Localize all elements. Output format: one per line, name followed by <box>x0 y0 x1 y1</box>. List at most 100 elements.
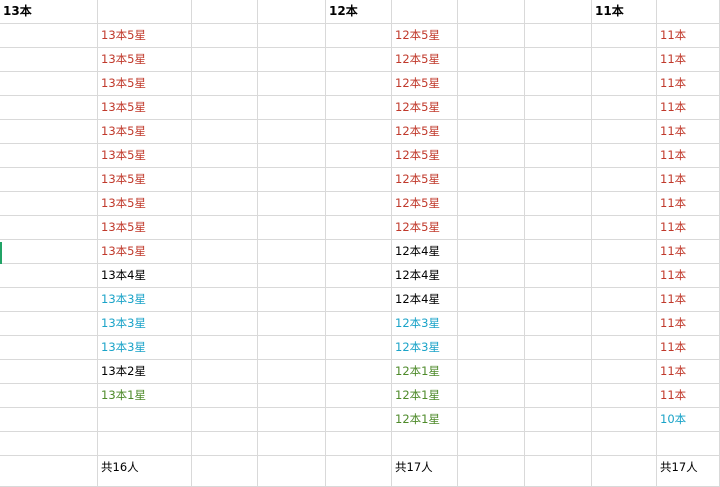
empty-cell[interactable] <box>98 432 192 456</box>
entry-cell[interactable]: 13本3星 <box>98 312 192 336</box>
empty-cell[interactable] <box>192 360 258 384</box>
empty-cell[interactable] <box>192 0 258 24</box>
empty-cell[interactable] <box>458 432 525 456</box>
group-total-2[interactable]: 共17人 <box>657 456 720 487</box>
empty-cell[interactable] <box>258 360 326 384</box>
entry-cell[interactable]: 11本 <box>657 72 720 96</box>
empty-cell[interactable] <box>326 48 392 72</box>
empty-cell[interactable] <box>192 192 258 216</box>
empty-cell[interactable] <box>192 264 258 288</box>
empty-cell[interactable] <box>458 312 525 336</box>
empty-cell[interactable] <box>592 288 657 312</box>
empty-cell[interactable] <box>392 0 458 24</box>
empty-cell[interactable] <box>525 456 592 487</box>
empty-cell[interactable] <box>0 240 98 264</box>
entry-cell[interactable]: 11本 <box>657 144 720 168</box>
entry-cell[interactable]: 12本5星 <box>392 24 458 48</box>
entry-cell[interactable]: 11本 <box>657 312 720 336</box>
entry-cell[interactable]: 13本3星 <box>98 336 192 360</box>
entry-cell[interactable]: 11本 <box>657 336 720 360</box>
empty-cell[interactable] <box>525 216 592 240</box>
empty-cell[interactable] <box>525 384 592 408</box>
empty-cell[interactable] <box>0 192 98 216</box>
group-header-2[interactable]: 11本 <box>592 0 657 24</box>
empty-cell[interactable] <box>326 168 392 192</box>
empty-cell[interactable] <box>525 144 592 168</box>
empty-cell[interactable] <box>192 384 258 408</box>
empty-cell[interactable] <box>258 432 326 456</box>
empty-cell[interactable] <box>525 72 592 96</box>
entry-cell[interactable]: 13本5星 <box>98 120 192 144</box>
empty-cell[interactable] <box>192 120 258 144</box>
empty-cell[interactable] <box>0 408 98 432</box>
entry-cell[interactable]: 11本 <box>657 216 720 240</box>
empty-cell[interactable] <box>525 432 592 456</box>
empty-cell[interactable] <box>192 312 258 336</box>
empty-cell[interactable] <box>192 288 258 312</box>
empty-cell[interactable] <box>458 48 525 72</box>
empty-cell[interactable] <box>458 0 525 24</box>
empty-cell[interactable] <box>258 48 326 72</box>
empty-cell[interactable] <box>326 216 392 240</box>
entry-cell[interactable]: 12本4星 <box>392 240 458 264</box>
empty-cell[interactable] <box>592 456 657 487</box>
entry-cell[interactable]: 13本5星 <box>98 168 192 192</box>
empty-cell[interactable] <box>98 408 192 432</box>
entry-cell[interactable]: 11本 <box>657 48 720 72</box>
entry-cell[interactable]: 12本5星 <box>392 96 458 120</box>
empty-cell[interactable] <box>458 144 525 168</box>
entry-cell[interactable]: 12本1星 <box>392 408 458 432</box>
empty-cell[interactable] <box>592 312 657 336</box>
spreadsheet-grid[interactable]: 13本 12本 11本 13本5星 12本5星 11本 13本5星 12本5星 11本 13本5星… <box>0 0 720 487</box>
empty-cell[interactable] <box>525 48 592 72</box>
group-header-0[interactable]: 13本 <box>0 0 98 24</box>
empty-cell[interactable] <box>525 120 592 144</box>
entry-cell[interactable]: 11本 <box>657 96 720 120</box>
empty-cell[interactable] <box>326 312 392 336</box>
empty-cell[interactable] <box>258 0 326 24</box>
empty-cell[interactable] <box>258 24 326 48</box>
empty-cell[interactable] <box>326 24 392 48</box>
entry-cell[interactable]: 12本3星 <box>392 312 458 336</box>
empty-cell[interactable] <box>592 432 657 456</box>
empty-cell[interactable] <box>326 384 392 408</box>
empty-cell[interactable] <box>192 72 258 96</box>
entry-cell[interactable]: 13本5星 <box>98 72 192 96</box>
empty-cell[interactable] <box>0 432 98 456</box>
empty-cell[interactable] <box>525 408 592 432</box>
empty-cell[interactable] <box>0 72 98 96</box>
empty-cell[interactable] <box>592 360 657 384</box>
entry-cell[interactable]: 12本4星 <box>392 264 458 288</box>
empty-cell[interactable] <box>592 96 657 120</box>
empty-cell[interactable] <box>592 264 657 288</box>
empty-cell[interactable] <box>192 456 258 487</box>
empty-cell[interactable] <box>192 216 258 240</box>
entry-cell[interactable]: 12本5星 <box>392 168 458 192</box>
empty-cell[interactable] <box>458 408 525 432</box>
entry-cell[interactable]: 13本2星 <box>98 360 192 384</box>
entry-cell[interactable]: 13本1星 <box>98 384 192 408</box>
empty-cell[interactable] <box>326 456 392 487</box>
empty-cell[interactable] <box>525 288 592 312</box>
empty-cell[interactable] <box>592 72 657 96</box>
empty-cell[interactable] <box>458 264 525 288</box>
empty-cell[interactable] <box>592 168 657 192</box>
entry-cell[interactable]: 13本5星 <box>98 96 192 120</box>
empty-cell[interactable] <box>458 120 525 144</box>
entry-cell[interactable]: 13本5星 <box>98 24 192 48</box>
empty-cell[interactable] <box>258 120 326 144</box>
group-header-1[interactable]: 12本 <box>326 0 392 24</box>
empty-cell[interactable] <box>326 72 392 96</box>
empty-cell[interactable] <box>258 384 326 408</box>
entry-cell[interactable]: 10本 <box>657 408 720 432</box>
empty-cell[interactable] <box>0 216 98 240</box>
empty-cell[interactable] <box>192 168 258 192</box>
empty-cell[interactable] <box>258 288 326 312</box>
group-total-0[interactable]: 共16人 <box>98 456 192 487</box>
empty-cell[interactable] <box>258 456 326 487</box>
empty-cell[interactable] <box>98 0 192 24</box>
empty-cell[interactable] <box>0 24 98 48</box>
empty-cell[interactable] <box>458 288 525 312</box>
empty-cell[interactable] <box>525 360 592 384</box>
empty-cell[interactable] <box>326 264 392 288</box>
